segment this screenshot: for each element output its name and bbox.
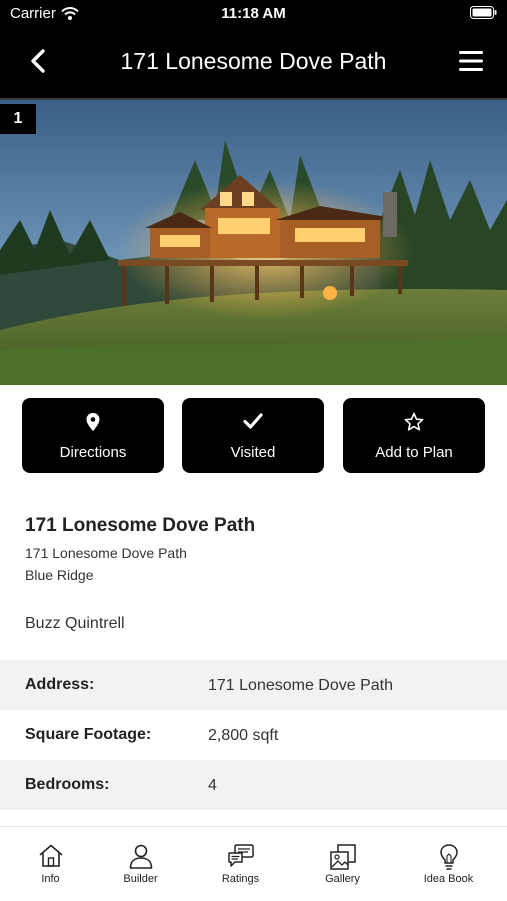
checkmark-icon: [243, 413, 263, 429]
lightbulb-icon: [439, 844, 458, 870]
tab-builder-label: Builder: [123, 873, 158, 885]
detail-value: 171 Lonesome Dove Path: [208, 677, 394, 694]
detail-value: 2,800 sqft: [208, 727, 279, 744]
address-line-2: Blue Ridge: [25, 567, 94, 583]
detail-value: 4: [208, 777, 217, 794]
detail-row-address: Address: 171 Lonesome Dove Path: [0, 660, 507, 710]
tab-idea-book[interactable]: Idea Book: [398, 827, 499, 901]
tab-ratings[interactable]: Ratings: [190, 827, 291, 901]
star-outline-icon: [404, 412, 424, 431]
directions-button[interactable]: Directions: [22, 398, 164, 473]
tab-ratings-label: Ratings: [221, 873, 260, 885]
directions-label: Directions: [59, 444, 127, 461]
tab-bar: Info Builder Ratings Gallery Idea Book: [0, 826, 507, 901]
tab-gallery[interactable]: Gallery: [292, 827, 393, 901]
battery-icon: [470, 6, 497, 19]
chevron-left-icon[interactable]: [24, 46, 54, 76]
page-title: 171 Lonesome Dove Path: [120, 48, 387, 74]
details-table: Address: 171 Lonesome Dove Path Square F…: [0, 660, 507, 810]
tab-info[interactable]: Info: [0, 827, 101, 901]
tab-idea-book-label: Idea Book: [423, 873, 474, 885]
gallery-icon: [329, 844, 356, 870]
detail-label: Address:: [25, 676, 95, 693]
detail-label: Bedrooms:: [25, 776, 110, 793]
home-info: 171 Lonesome Dove Path 171 Lonesome Dove…: [25, 515, 485, 632]
home-icon: [38, 844, 63, 867]
hero-photo[interactable]: 1: [0, 98, 507, 385]
detail-row-bedrooms: Bedrooms: 4: [0, 760, 507, 810]
visited-label: Visited: [230, 444, 276, 461]
visited-button[interactable]: Visited: [182, 398, 324, 473]
home-name: 171 Lonesome Dove Path: [25, 515, 256, 536]
tab-info-label: Info: [41, 873, 60, 885]
detail-row-square-footage: Square Footage: 2,800 sqft: [0, 710, 507, 760]
add-to-plan-button[interactable]: Add to Plan: [343, 398, 485, 473]
builder-name[interactable]: Buzz Quintrell: [25, 615, 125, 633]
address-line-1: 171 Lonesome Dove Path: [25, 545, 187, 561]
add-to-plan-label: Add to Plan: [375, 444, 453, 461]
map-pin-icon: [86, 413, 100, 431]
action-buttons: Directions Visited Add to Plan: [0, 398, 507, 474]
image-counter: 1: [0, 104, 36, 134]
detail-label: Square Footage:: [25, 726, 152, 743]
chat-bubbles-icon: [227, 844, 254, 867]
status-bar: Carrier 11:18 AM: [0, 0, 507, 26]
status-time: 11:18 AM: [221, 5, 286, 22]
navigation-bar: 171 Lonesome Dove Path: [0, 26, 507, 98]
person-icon: [129, 844, 152, 869]
cabin-photo-illustration: [0, 100, 507, 385]
tab-gallery-label: Gallery: [325, 873, 360, 885]
tab-builder[interactable]: Builder: [90, 827, 191, 901]
hamburger-icon[interactable]: [457, 48, 485, 74]
